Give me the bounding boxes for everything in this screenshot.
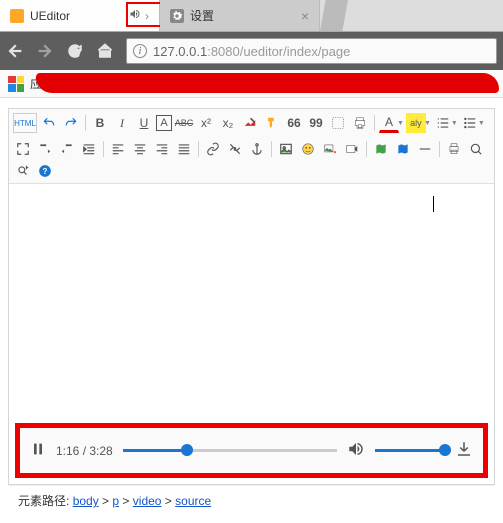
- fullscreen-button[interactable]: [13, 139, 33, 159]
- indent-button[interactable]: [79, 139, 99, 159]
- strikethrough-button[interactable]: ABC: [174, 113, 194, 133]
- back-button[interactable]: [6, 42, 24, 60]
- emotion-button[interactable]: [298, 139, 318, 159]
- tab-title: UEditor: [30, 9, 129, 23]
- align-center-button[interactable]: [130, 139, 150, 159]
- time-display: 1:16 / 3:28: [56, 444, 113, 458]
- reload-button[interactable]: [66, 42, 84, 60]
- redo-button[interactable]: [61, 113, 81, 133]
- link-button[interactable]: [203, 139, 223, 159]
- element-path-bar: 元素路径: body > p > video > source: [8, 485, 495, 515]
- annotation-redaction: [36, 73, 499, 93]
- favicon-icon: [170, 9, 184, 23]
- volume-slider[interactable]: [375, 449, 445, 452]
- browser-tab-strip: UEditor › 设置 ×: [0, 0, 503, 32]
- download-button[interactable]: [455, 440, 473, 461]
- direction-ltr-button[interactable]: [35, 139, 55, 159]
- editor-toolbar: HTML B I U A ABC x² x₂ 66 99 A▼ aly▼ ▼ ▼: [9, 109, 494, 184]
- browser-tab-settings[interactable]: 设置 ×: [160, 0, 320, 31]
- underline-button[interactable]: U: [134, 113, 154, 133]
- audio-playing-icon: [129, 8, 141, 23]
- direction-rtl-button[interactable]: [57, 139, 77, 159]
- italic-button[interactable]: I: [112, 113, 132, 133]
- browser-tab-ueditor[interactable]: UEditor ›: [0, 0, 160, 31]
- path-crumb-source[interactable]: source: [175, 494, 211, 508]
- ordered-list-dropdown[interactable]: ▼: [433, 113, 458, 133]
- progress-thumb[interactable]: [181, 444, 193, 456]
- align-justify-button[interactable]: [174, 139, 194, 159]
- bold-button[interactable]: B: [90, 113, 110, 133]
- image-upload-button[interactable]: [320, 139, 340, 159]
- path-crumb-body[interactable]: body: [73, 494, 99, 508]
- subscript-button[interactable]: x₂: [218, 113, 238, 133]
- editor-content[interactable]: 1:16 / 3:28: [9, 184, 494, 484]
- preview-button[interactable]: [466, 139, 486, 159]
- volume-thumb[interactable]: [439, 444, 451, 456]
- url-port: :8080: [207, 44, 240, 59]
- unordered-list-dropdown[interactable]: ▼: [460, 113, 485, 133]
- url-path: /ueditor/index/page: [240, 44, 351, 59]
- print-button[interactable]: [350, 113, 370, 133]
- help-button[interactable]: ?: [35, 161, 55, 181]
- back-color-dropdown[interactable]: aly▼: [406, 113, 431, 133]
- apps-icon[interactable]: [8, 76, 24, 92]
- unlink-button[interactable]: [225, 139, 245, 159]
- close-icon[interactable]: ×: [301, 8, 309, 24]
- path-crumb-video[interactable]: video: [133, 494, 162, 508]
- font-border-button[interactable]: A: [156, 115, 172, 131]
- bookmarks-bar: 应: [0, 70, 503, 98]
- remove-format-button[interactable]: [240, 113, 260, 133]
- home-button[interactable]: [96, 42, 114, 60]
- favicon-icon: [10, 9, 24, 23]
- info-icon[interactable]: i: [133, 44, 147, 58]
- tab-title: 设置: [190, 7, 295, 24]
- svg-text:?: ?: [43, 167, 48, 176]
- ueditor-container: HTML B I U A ABC x² x₂ 66 99 A▼ aly▼ ▼ ▼: [8, 108, 495, 485]
- quote-close-button[interactable]: 99: [306, 113, 326, 133]
- chevron-right-icon: ›: [145, 9, 149, 23]
- address-bar[interactable]: i 127.0.0.1:8080/ueditor/index/page: [126, 38, 497, 64]
- map-button[interactable]: [371, 139, 391, 159]
- quote-open-button[interactable]: 66: [284, 113, 304, 133]
- path-crumb-p[interactable]: p: [112, 494, 119, 508]
- new-tab-button[interactable]: [320, 0, 348, 31]
- align-left-button[interactable]: [108, 139, 128, 159]
- format-brush-button[interactable]: [262, 113, 282, 133]
- url-host: 127.0.0.1: [153, 44, 207, 59]
- source-html-button[interactable]: HTML: [13, 113, 37, 133]
- anchor-button[interactable]: [247, 139, 267, 159]
- pause-button[interactable]: [30, 441, 46, 460]
- align-right-button[interactable]: [152, 139, 172, 159]
- image-button[interactable]: [276, 139, 296, 159]
- hr-button[interactable]: [415, 139, 435, 159]
- print-button-2[interactable]: [444, 139, 464, 159]
- search-replace-button[interactable]: [13, 161, 33, 181]
- forward-button[interactable]: [36, 42, 54, 60]
- volume-button[interactable]: [347, 440, 365, 461]
- superscript-button[interactable]: x²: [196, 113, 216, 133]
- undo-button[interactable]: [39, 113, 59, 133]
- select-all-button[interactable]: [328, 113, 348, 133]
- progress-slider[interactable]: [123, 449, 337, 452]
- gmap-button[interactable]: [393, 139, 413, 159]
- audio-player: 1:16 / 3:28: [15, 423, 488, 478]
- video-button[interactable]: [342, 139, 362, 159]
- browser-nav-bar: i 127.0.0.1:8080/ueditor/index/page: [0, 32, 503, 70]
- progress-fill: [123, 449, 187, 452]
- fore-color-dropdown[interactable]: A▼: [379, 113, 404, 133]
- text-cursor: [433, 196, 434, 212]
- path-label: 元素路径:: [18, 494, 69, 508]
